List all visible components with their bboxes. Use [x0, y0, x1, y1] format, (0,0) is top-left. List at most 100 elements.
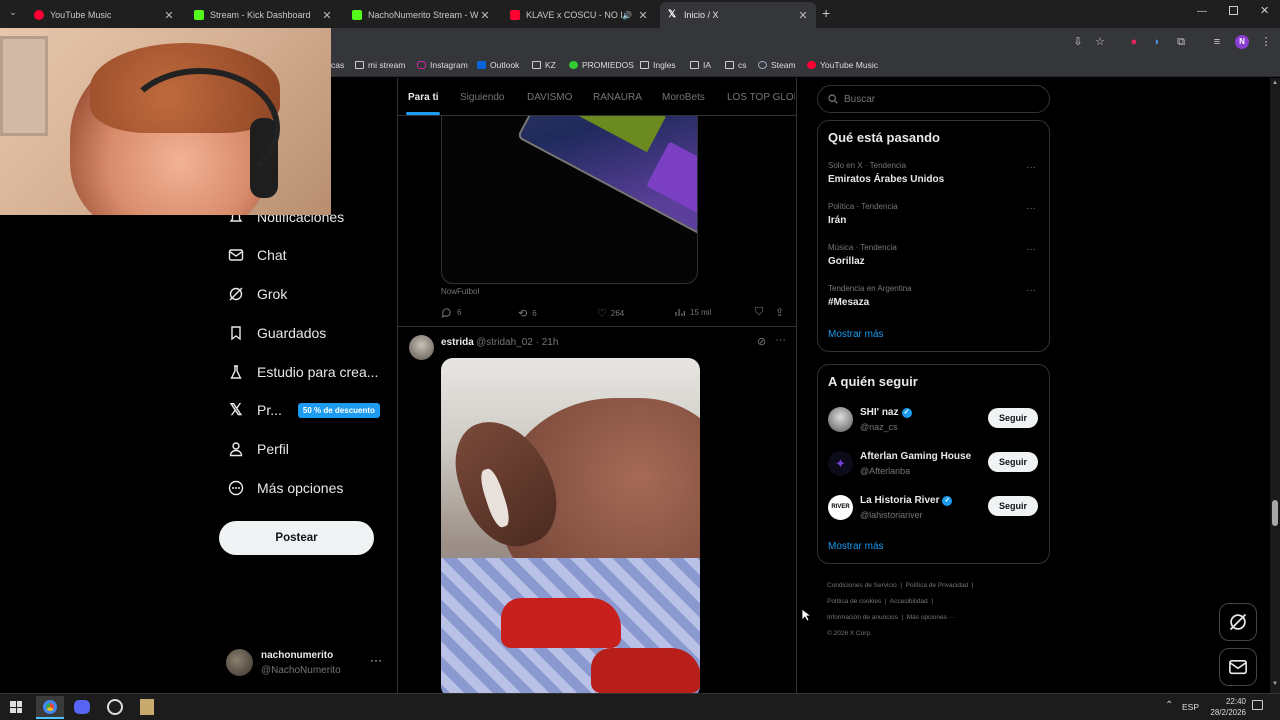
notifications-icon[interactable]	[1252, 700, 1263, 710]
tab-para-ti[interactable]: Para ti	[408, 92, 439, 103]
sidebar-item-premium[interactable]: 𝕏 Pr... 50 % de descuento	[228, 402, 380, 419]
extension-audio-icon[interactable]: ◗	[1150, 35, 1164, 49]
obs-taskbar-icon[interactable]	[107, 699, 123, 715]
footer-link[interactable]: Política de Privacidad	[906, 582, 969, 589]
footer-link[interactable]: Condiciones de Servicio	[827, 582, 897, 589]
bookmark-folder[interactable]: mi stream	[355, 60, 405, 70]
post-image-horse[interactable]	[441, 358, 700, 693]
bookmark-star-icon[interactable]: ☆	[1093, 35, 1107, 49]
post-button[interactable]: Postear	[219, 521, 374, 555]
tab-davismo[interactable]: DAVISMO	[527, 92, 572, 103]
tab-morobets[interactable]: MoroBets	[662, 92, 705, 103]
scroll-down-arrow[interactable]: ▼	[1272, 681, 1278, 687]
tray-chevron-icon[interactable]: ⌃	[1165, 700, 1173, 711]
post-author-name[interactable]: estrida	[441, 337, 474, 348]
footer-link[interactable]: Política de cookies	[827, 598, 881, 605]
like-button[interactable]: ♡ 264	[597, 307, 624, 320]
trend-more-icon[interactable]: ···	[1026, 203, 1036, 214]
bookmark-item[interactable]: YouTube Music	[807, 60, 878, 70]
follow-button[interactable]: Seguir	[988, 452, 1038, 472]
sidebar-item-profile[interactable]: Perfil	[228, 441, 289, 457]
search-input[interactable]	[844, 93, 1024, 105]
browser-menu-icon[interactable]: ⋮	[1259, 35, 1273, 49]
bookmark-folder[interactable]: KZ	[532, 60, 556, 70]
bookmark-post-icon[interactable]: ⛉	[755, 306, 763, 319]
bookmark-item[interactable]: PROMIEDOS	[569, 60, 634, 70]
trend-more-icon[interactable]: ···	[1026, 162, 1036, 173]
bookmark-folder[interactable]: IA	[690, 60, 711, 70]
grok-floating-button[interactable]	[1219, 603, 1257, 641]
messages-floating-button[interactable]	[1219, 648, 1257, 686]
close-icon[interactable]: ✕	[796, 9, 810, 22]
restore-button[interactable]	[1229, 6, 1238, 15]
reply-button[interactable]: 6	[441, 307, 461, 318]
minimize-button[interactable]: —	[1197, 6, 1207, 17]
windows-start-icon[interactable]	[10, 701, 22, 713]
tab-los-top-globa[interactable]: LOS TOP GLOBA	[727, 92, 795, 103]
trend-item[interactable]: Política · Tendencia Irán ···	[818, 198, 1049, 236]
close-window-button[interactable]: ✕	[1260, 4, 1269, 17]
extension-red-icon[interactable]: ●	[1127, 35, 1141, 49]
trend-more-icon[interactable]: ···	[1026, 285, 1036, 296]
grok-post-icon[interactable]: ⊘	[757, 335, 766, 348]
trend-item[interactable]: Solo en X · Tendencia Emiratos Árabes Un…	[818, 157, 1049, 195]
close-icon[interactable]: ✕	[320, 9, 334, 22]
chrome-taskbar-icon[interactable]	[36, 696, 64, 719]
bookmark-item[interactable]: Steam	[758, 60, 796, 70]
bookmark-item[interactable]: Instagram	[417, 60, 468, 70]
views-button[interactable]: 15 mil	[675, 307, 711, 317]
account-switcher[interactable]: nachonumerito @NachoNumerito ···	[226, 647, 386, 679]
bookmark-folder[interactable]: Ingles	[640, 60, 676, 70]
trend-item[interactable]: Tendencia en Argentina #Mesaza ···	[818, 280, 1049, 318]
browser-tab[interactable]: YouTube Music ✕	[26, 2, 182, 28]
discord-taskbar-icon[interactable]	[74, 700, 90, 714]
league-taskbar-icon[interactable]	[140, 699, 154, 715]
browser-tab[interactable]: Stream - Kick Dashboard ✕	[186, 2, 340, 28]
sidebar-item-more[interactable]: Más opciones	[228, 480, 343, 496]
footer-link[interactable]: Más opciones ···	[907, 614, 955, 621]
new-tab-button[interactable]: +	[822, 5, 830, 21]
browser-tab[interactable]: NachoNumerito Stream - Watch ✕	[344, 2, 498, 28]
follow-suggestion[interactable]: ✦ Afterlan Gaming House @Afterlanba Segu…	[818, 447, 1049, 487]
follow-suggestion[interactable]: RIVER La Historia River ✓ @lahistoriariv…	[818, 491, 1049, 531]
media-controls-icon[interactable]: ≡	[1210, 35, 1224, 49]
footer-link[interactable]: Accesibilidad	[890, 598, 928, 605]
install-app-icon[interactable]: ⇩	[1071, 35, 1085, 49]
trend-item[interactable]: Música · Tendencia Gorillaz ···	[818, 239, 1049, 277]
sidebar-item-bookmarks[interactable]: Guardados	[228, 325, 326, 341]
close-icon[interactable]: ✕	[478, 9, 492, 22]
footer-link[interactable]: Información de anuncios	[827, 614, 898, 621]
tab-search-button[interactable]: ⌄	[6, 7, 20, 21]
post-media[interactable]	[441, 116, 698, 284]
repost-button[interactable]: ⟲ 6	[518, 307, 537, 320]
close-icon[interactable]: ✕	[636, 9, 650, 22]
tab-ranaura[interactable]: RANAURA	[593, 92, 642, 103]
bookmark-folder[interactable]: cs	[725, 60, 747, 70]
speaker-icon[interactable]: 🔊	[622, 11, 632, 20]
clock[interactable]: 22:40 28/2/2026	[1200, 696, 1246, 718]
bookmark-item[interactable]: Outlook	[477, 60, 519, 70]
close-icon[interactable]: ✕	[162, 9, 176, 22]
sidebar-item-grok[interactable]: Grok	[228, 286, 287, 302]
show-more-trends-link[interactable]: Mostrar más	[828, 329, 884, 340]
scroll-up-arrow[interactable]: ▲	[1272, 80, 1278, 86]
share-icon[interactable]: ⇪	[775, 306, 784, 319]
page-scrollbar[interactable]: ▲ ▼	[1270, 78, 1280, 693]
more-icon[interactable]: ···	[370, 653, 382, 667]
search-box[interactable]	[817, 85, 1050, 113]
browser-tab[interactable]: KLAVE x COSCU - NO LO SE 🔊 ✕	[502, 2, 656, 28]
follow-button[interactable]: Seguir	[988, 496, 1038, 516]
language-indicator[interactable]: ESP	[1182, 702, 1199, 712]
browser-tab-active[interactable]: 𝕏 Inicio / X ✕	[660, 2, 816, 28]
tab-siguiendo[interactable]: Siguiendo	[460, 92, 504, 103]
sidebar-item-creator-studio[interactable]: Estudio para crea...	[228, 364, 378, 380]
extensions-puzzle-icon[interactable]: ⧉	[1174, 35, 1188, 49]
post-more-icon[interactable]: ···	[775, 334, 786, 346]
sidebar-item-chat[interactable]: Chat	[228, 247, 287, 263]
profile-avatar[interactable]: N	[1235, 35, 1249, 49]
follow-suggestion[interactable]: SHI' naz ✓ @naz_cs Seguir	[818, 403, 1049, 443]
bookmark-item[interactable]: cas	[331, 60, 344, 70]
show-more-follow-link[interactable]: Mostrar más	[828, 541, 884, 552]
post-author-avatar[interactable]	[409, 335, 434, 360]
follow-button[interactable]: Seguir	[988, 408, 1038, 428]
